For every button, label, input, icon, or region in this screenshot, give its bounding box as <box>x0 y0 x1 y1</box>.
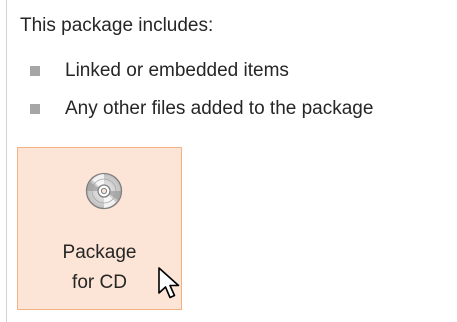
list-item: Linked or embedded items <box>20 52 373 90</box>
cd-disc-icon <box>85 172 123 210</box>
list-item-label: Linked or embedded items <box>65 60 289 81</box>
package-info-panel: This package includes: Linked or embedde… <box>0 0 457 322</box>
list-item: Any other files added to the package <box>20 90 373 128</box>
package-includes-heading: This package includes: <box>20 15 214 36</box>
list-item-label: Any other files added to the package <box>65 98 374 119</box>
package-includes-list: Linked or embedded items Any other files… <box>20 52 373 128</box>
panel-left-border <box>6 0 7 322</box>
package-label-line1: Package <box>62 242 137 263</box>
mouse-pointer-icon <box>158 267 180 299</box>
bullet-icon <box>30 66 40 76</box>
bullet-icon <box>30 104 40 114</box>
